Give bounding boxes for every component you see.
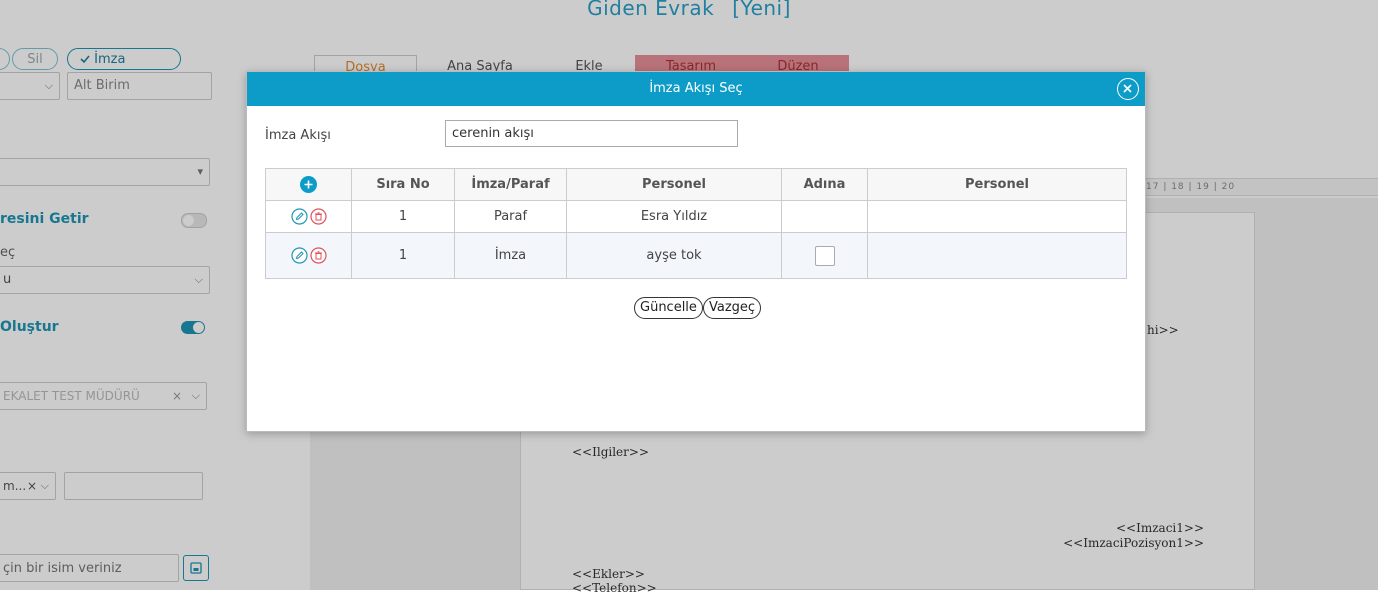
edit-icon[interactable] bbox=[290, 247, 308, 264]
cell-person: ayşe tok bbox=[566, 232, 782, 279]
table-header-row: Sıra No İmza/Paraf Personel Adına Person… bbox=[265, 168, 1127, 201]
edit-icon[interactable] bbox=[290, 208, 308, 225]
dialog-title: İmza Akışı Seç bbox=[649, 81, 743, 96]
cell-type: İmza bbox=[454, 232, 567, 279]
close-icon bbox=[1123, 84, 1132, 93]
cell-on-behalf bbox=[781, 232, 868, 279]
dialog-header: İmza Akışı Seç bbox=[247, 72, 1145, 106]
column-header-on-behalf[interactable]: Adına bbox=[781, 168, 868, 201]
delete-icon[interactable] bbox=[309, 208, 327, 225]
column-header-order[interactable]: Sıra No bbox=[351, 168, 455, 201]
column-header-proxy-person[interactable]: Personel bbox=[867, 168, 1127, 201]
update-button[interactable]: Güncelle bbox=[634, 297, 703, 319]
add-column-header bbox=[265, 168, 352, 201]
on-behalf-checkbox[interactable] bbox=[814, 245, 835, 266]
row-actions bbox=[265, 200, 352, 233]
cancel-button[interactable]: Vazgeç bbox=[703, 297, 762, 319]
cell-type: Paraf bbox=[454, 200, 567, 233]
signature-flow-table: Sıra No İmza/Paraf Personel Adına Person… bbox=[265, 168, 1127, 279]
cell-order: 1 bbox=[351, 200, 455, 233]
add-icon[interactable] bbox=[300, 176, 317, 193]
column-header-type[interactable]: İmza/Paraf bbox=[454, 168, 567, 201]
flow-input[interactable] bbox=[445, 120, 738, 147]
cell-proxy-person bbox=[867, 232, 1127, 279]
signature-flow-dialog: İmza Akışı Seç İmza Akışı Sıra No İmza/P… bbox=[246, 71, 1146, 432]
row-actions bbox=[265, 232, 352, 279]
cell-on-behalf bbox=[781, 200, 868, 233]
cell-person: Esra Yıldız bbox=[566, 200, 782, 233]
delete-icon[interactable] bbox=[309, 247, 327, 264]
cell-proxy-person bbox=[867, 200, 1127, 233]
table-row[interactable]: 1 İmza ayşe tok bbox=[265, 232, 1127, 279]
table-row[interactable]: 1 Paraf Esra Yıldız bbox=[265, 200, 1127, 233]
column-header-person[interactable]: Personel bbox=[566, 168, 782, 201]
cell-order: 1 bbox=[351, 232, 455, 279]
close-button[interactable] bbox=[1117, 78, 1139, 100]
flow-label: İmza Akışı bbox=[265, 128, 331, 143]
